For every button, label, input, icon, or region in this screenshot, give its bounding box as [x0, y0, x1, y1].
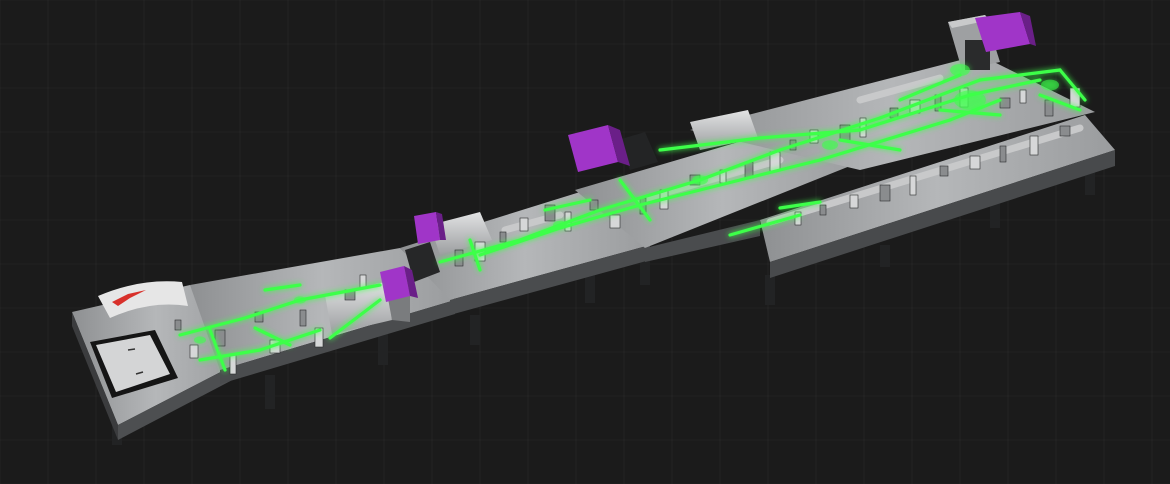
optical-table — [72, 55, 1115, 445]
optic-mount — [174, 319, 182, 331]
purple-enclosure-2 — [414, 212, 440, 244]
panel-handle — [127, 348, 136, 351]
beam-glow — [294, 296, 306, 304]
table-leg — [470, 315, 480, 345]
render-canvas — [0, 0, 1170, 484]
optic-mount — [1019, 89, 1027, 104]
optic-mount — [909, 175, 917, 196]
beam-glow — [950, 64, 970, 76]
table-leg — [880, 245, 890, 267]
optic-mount — [999, 145, 1007, 163]
optic-mount — [849, 194, 859, 209]
laser-system-render — [0, 0, 1170, 484]
beam-glow — [822, 140, 838, 150]
beam-glow — [1041, 79, 1059, 91]
optic-mount — [299, 309, 307, 327]
table-leg — [765, 275, 775, 305]
beam-glow — [692, 175, 708, 185]
optic-mount — [519, 217, 529, 232]
optic-mount — [939, 165, 949, 177]
optic-mount — [589, 199, 599, 211]
table-leg — [640, 260, 650, 285]
optic-mount — [1059, 125, 1071, 137]
optic-mount — [609, 214, 621, 229]
optic-mount — [229, 354, 237, 375]
table-leg — [585, 275, 595, 303]
optic-mount — [879, 184, 891, 202]
beam-glow — [194, 336, 206, 344]
beam-glow — [954, 90, 986, 110]
optic-mount — [1044, 99, 1054, 117]
optic-mount — [359, 274, 367, 289]
optic-mount — [499, 231, 507, 243]
optic-mount — [969, 155, 981, 170]
beam-glow — [553, 220, 567, 230]
optic-mount — [819, 204, 827, 216]
optic-mount — [1029, 135, 1039, 156]
optic-mount — [189, 344, 199, 359]
table-leg — [265, 375, 275, 409]
